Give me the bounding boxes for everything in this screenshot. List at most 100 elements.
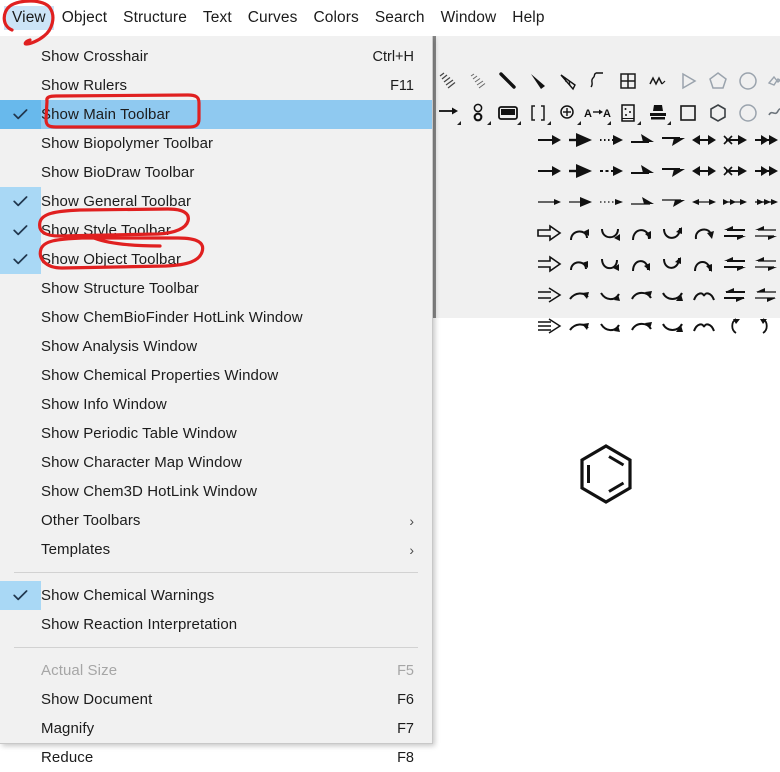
- tlc-plate-icon[interactable]: [613, 99, 643, 127]
- menu-item-show-reaction-interpretation[interactable]: Show Reaction Interpretation: [0, 610, 432, 639]
- arrow-half-head-up-icon[interactable]: [626, 155, 657, 186]
- square-outline-icon[interactable]: [673, 99, 703, 127]
- menu-curves[interactable]: Curves: [240, 6, 306, 31]
- menu-window[interactable]: Window: [433, 6, 505, 31]
- hook-arrow-bridge-icon[interactable]: [688, 310, 719, 341]
- curve-arrow-arc-cw-icon[interactable]: [626, 217, 657, 248]
- equilibrium-arrow-icon[interactable]: [719, 217, 750, 248]
- circle-outline-icon[interactable]: [733, 67, 763, 95]
- hook-arrow-right-icon[interactable]: [564, 310, 595, 341]
- arrow-solid-icon[interactable]: [533, 124, 564, 155]
- menu-object[interactable]: Object: [54, 6, 115, 31]
- hash-lines-icon[interactable]: [433, 67, 463, 95]
- menu-item-show-character-map-window[interactable]: Show Character Map Window: [0, 448, 432, 477]
- arrow-thin-dotted-icon[interactable]: [595, 186, 626, 217]
- arrow-double-head-icon[interactable]: [688, 155, 719, 186]
- arrow-wide-head-icon[interactable]: [564, 155, 595, 186]
- hook-arrow-right-icon[interactable]: [564, 279, 595, 310]
- arrow-thin-half-down-icon[interactable]: [657, 186, 688, 217]
- drawing-frame-icon[interactable]: [493, 99, 523, 127]
- arrow-tool-icon[interactable]: [433, 99, 463, 127]
- curve-arrow-n-icon[interactable]: [688, 248, 719, 279]
- orbital-tool-icon[interactable]: [463, 99, 493, 127]
- squiggle-bond-icon[interactable]: [583, 67, 613, 95]
- tool-expand-corner-icon[interactable]: [517, 121, 521, 125]
- hash-lines-thin-icon[interactable]: [463, 67, 493, 95]
- retro-arrow-right-icon[interactable]: [750, 310, 780, 341]
- hook-arrow-arc-down-icon[interactable]: [657, 310, 688, 341]
- hook-arrow-arc-icon[interactable]: [626, 279, 657, 310]
- arrow-double-barb-icon[interactable]: [750, 124, 780, 155]
- tool-expand-corner-icon[interactable]: [487, 121, 491, 125]
- circle-ring-icon[interactable]: [733, 99, 763, 127]
- curve-arrow-u-ccw-icon[interactable]: [657, 248, 688, 279]
- menu-item-show-style-toolbar[interactable]: Show Style Toolbar: [0, 216, 432, 245]
- block-arrow-hollow-icon[interactable]: [533, 217, 564, 248]
- menu-item-show-biodraw-toolbar[interactable]: Show BioDraw Toolbar: [0, 158, 432, 187]
- menu-item-show-rulers[interactable]: Show Rulers F11: [0, 71, 432, 100]
- curve-arrow-u-cw-icon[interactable]: [626, 248, 657, 279]
- block-arrow-double-icon[interactable]: [533, 310, 564, 341]
- hook-arrow-arc-icon[interactable]: [626, 310, 657, 341]
- curve-arrow-loop-icon[interactable]: [688, 217, 719, 248]
- arrow-thin-icon[interactable]: [533, 186, 564, 217]
- brackets-icon[interactable]: [523, 99, 553, 127]
- equilibrium-arrow-icon[interactable]: [719, 248, 750, 279]
- arrow-crossed-icon[interactable]: [719, 124, 750, 155]
- arrow-double-head-icon[interactable]: [688, 124, 719, 155]
- benzene-ring-structure[interactable]: [578, 443, 634, 505]
- arrow-thin-half-up-icon[interactable]: [626, 186, 657, 217]
- hook-arrow-bridge-icon[interactable]: [688, 279, 719, 310]
- menu-text[interactable]: Text: [195, 6, 240, 31]
- menu-item-other-toolbars[interactable]: Other Toolbars ›: [0, 506, 432, 535]
- arrow-solid-icon[interactable]: [533, 155, 564, 186]
- curve-arrow-cw-icon[interactable]: [564, 217, 595, 248]
- equilibrium-thin-icon[interactable]: [750, 217, 780, 248]
- menu-item-templates[interactable]: Templates ›: [0, 535, 432, 564]
- arrow-half-head-up-icon[interactable]: [626, 124, 657, 155]
- menu-item-show-document[interactable]: Show Document F6: [0, 685, 432, 714]
- arrow-wide-head-icon[interactable]: [564, 124, 595, 155]
- hook-arrow-down-icon[interactable]: [595, 310, 626, 341]
- wave-icon[interactable]: [763, 99, 780, 127]
- block-arrow-open-icon[interactable]: [533, 248, 564, 279]
- menu-item-show-main-toolbar[interactable]: Show Main Toolbar: [0, 100, 432, 129]
- menu-search[interactable]: Search: [367, 6, 433, 31]
- arrow-double-barb-icon[interactable]: [750, 155, 780, 186]
- arrow-half-head-down-icon[interactable]: [657, 124, 688, 155]
- curve-arrow-up-ccw-icon[interactable]: [595, 248, 626, 279]
- menu-item-reduce[interactable]: Reduce F8: [0, 743, 432, 772]
- curve-arrow-ccw-icon[interactable]: [595, 217, 626, 248]
- menu-item-show-structure-toolbar[interactable]: Show Structure Toolbar: [0, 274, 432, 303]
- arrow-dashed-icon[interactable]: [595, 155, 626, 186]
- menu-help[interactable]: Help: [504, 6, 552, 31]
- menu-item-show-analysis-window[interactable]: Show Analysis Window: [0, 332, 432, 361]
- block-arrow-line-icon[interactable]: [533, 279, 564, 310]
- hook-arrow-arc-down-icon[interactable]: [657, 279, 688, 310]
- drawing-canvas[interactable]: [433, 318, 780, 760]
- arrow-half-head-down-icon[interactable]: [657, 155, 688, 186]
- menu-item-show-biopolymer-toolbar[interactable]: Show Biopolymer Toolbar: [0, 129, 432, 158]
- charge-circle-icon[interactable]: [553, 99, 583, 127]
- zigzag-ribbon-icon[interactable]: [763, 67, 780, 95]
- hexagon-outline-icon[interactable]: [703, 99, 733, 127]
- menu-item-show-general-toolbar[interactable]: Show General Toolbar: [0, 187, 432, 216]
- equilibrium-half-icon[interactable]: [719, 279, 750, 310]
- curve-arrow-up-cw-icon[interactable]: [564, 248, 595, 279]
- arrow-thin-double-icon[interactable]: [688, 186, 719, 217]
- hook-arrow-down-icon[interactable]: [595, 279, 626, 310]
- view-dropdown-menu[interactable]: Show Crosshair Ctrl+H Show Rulers F11 Show M…: [0, 36, 433, 766]
- menu-structure[interactable]: Structure: [115, 6, 195, 31]
- menu-item-show-chembiofinder-hotlink-window[interactable]: Show ChemBioFinder HotLink Window: [0, 303, 432, 332]
- arrow-thin-crossed-icon[interactable]: [719, 186, 750, 217]
- menu-item-show-periodic-table-window[interactable]: Show Periodic Table Window: [0, 419, 432, 448]
- stamp-tool-icon[interactable]: [643, 99, 673, 127]
- menu-item-show-chemical-properties-window[interactable]: Show Chemical Properties Window: [0, 361, 432, 390]
- bold-bond-icon[interactable]: [493, 67, 523, 95]
- retro-arrow-left-icon[interactable]: [719, 310, 750, 341]
- menu-item-show-object-toolbar[interactable]: Show Object Toolbar: [0, 245, 432, 274]
- arrow-dotted-icon[interactable]: [595, 124, 626, 155]
- equilibrium-half-thin-icon[interactable]: [750, 279, 780, 310]
- arrow-crossed-icon[interactable]: [719, 155, 750, 186]
- hashed-wedge-bond-icon[interactable]: [553, 67, 583, 95]
